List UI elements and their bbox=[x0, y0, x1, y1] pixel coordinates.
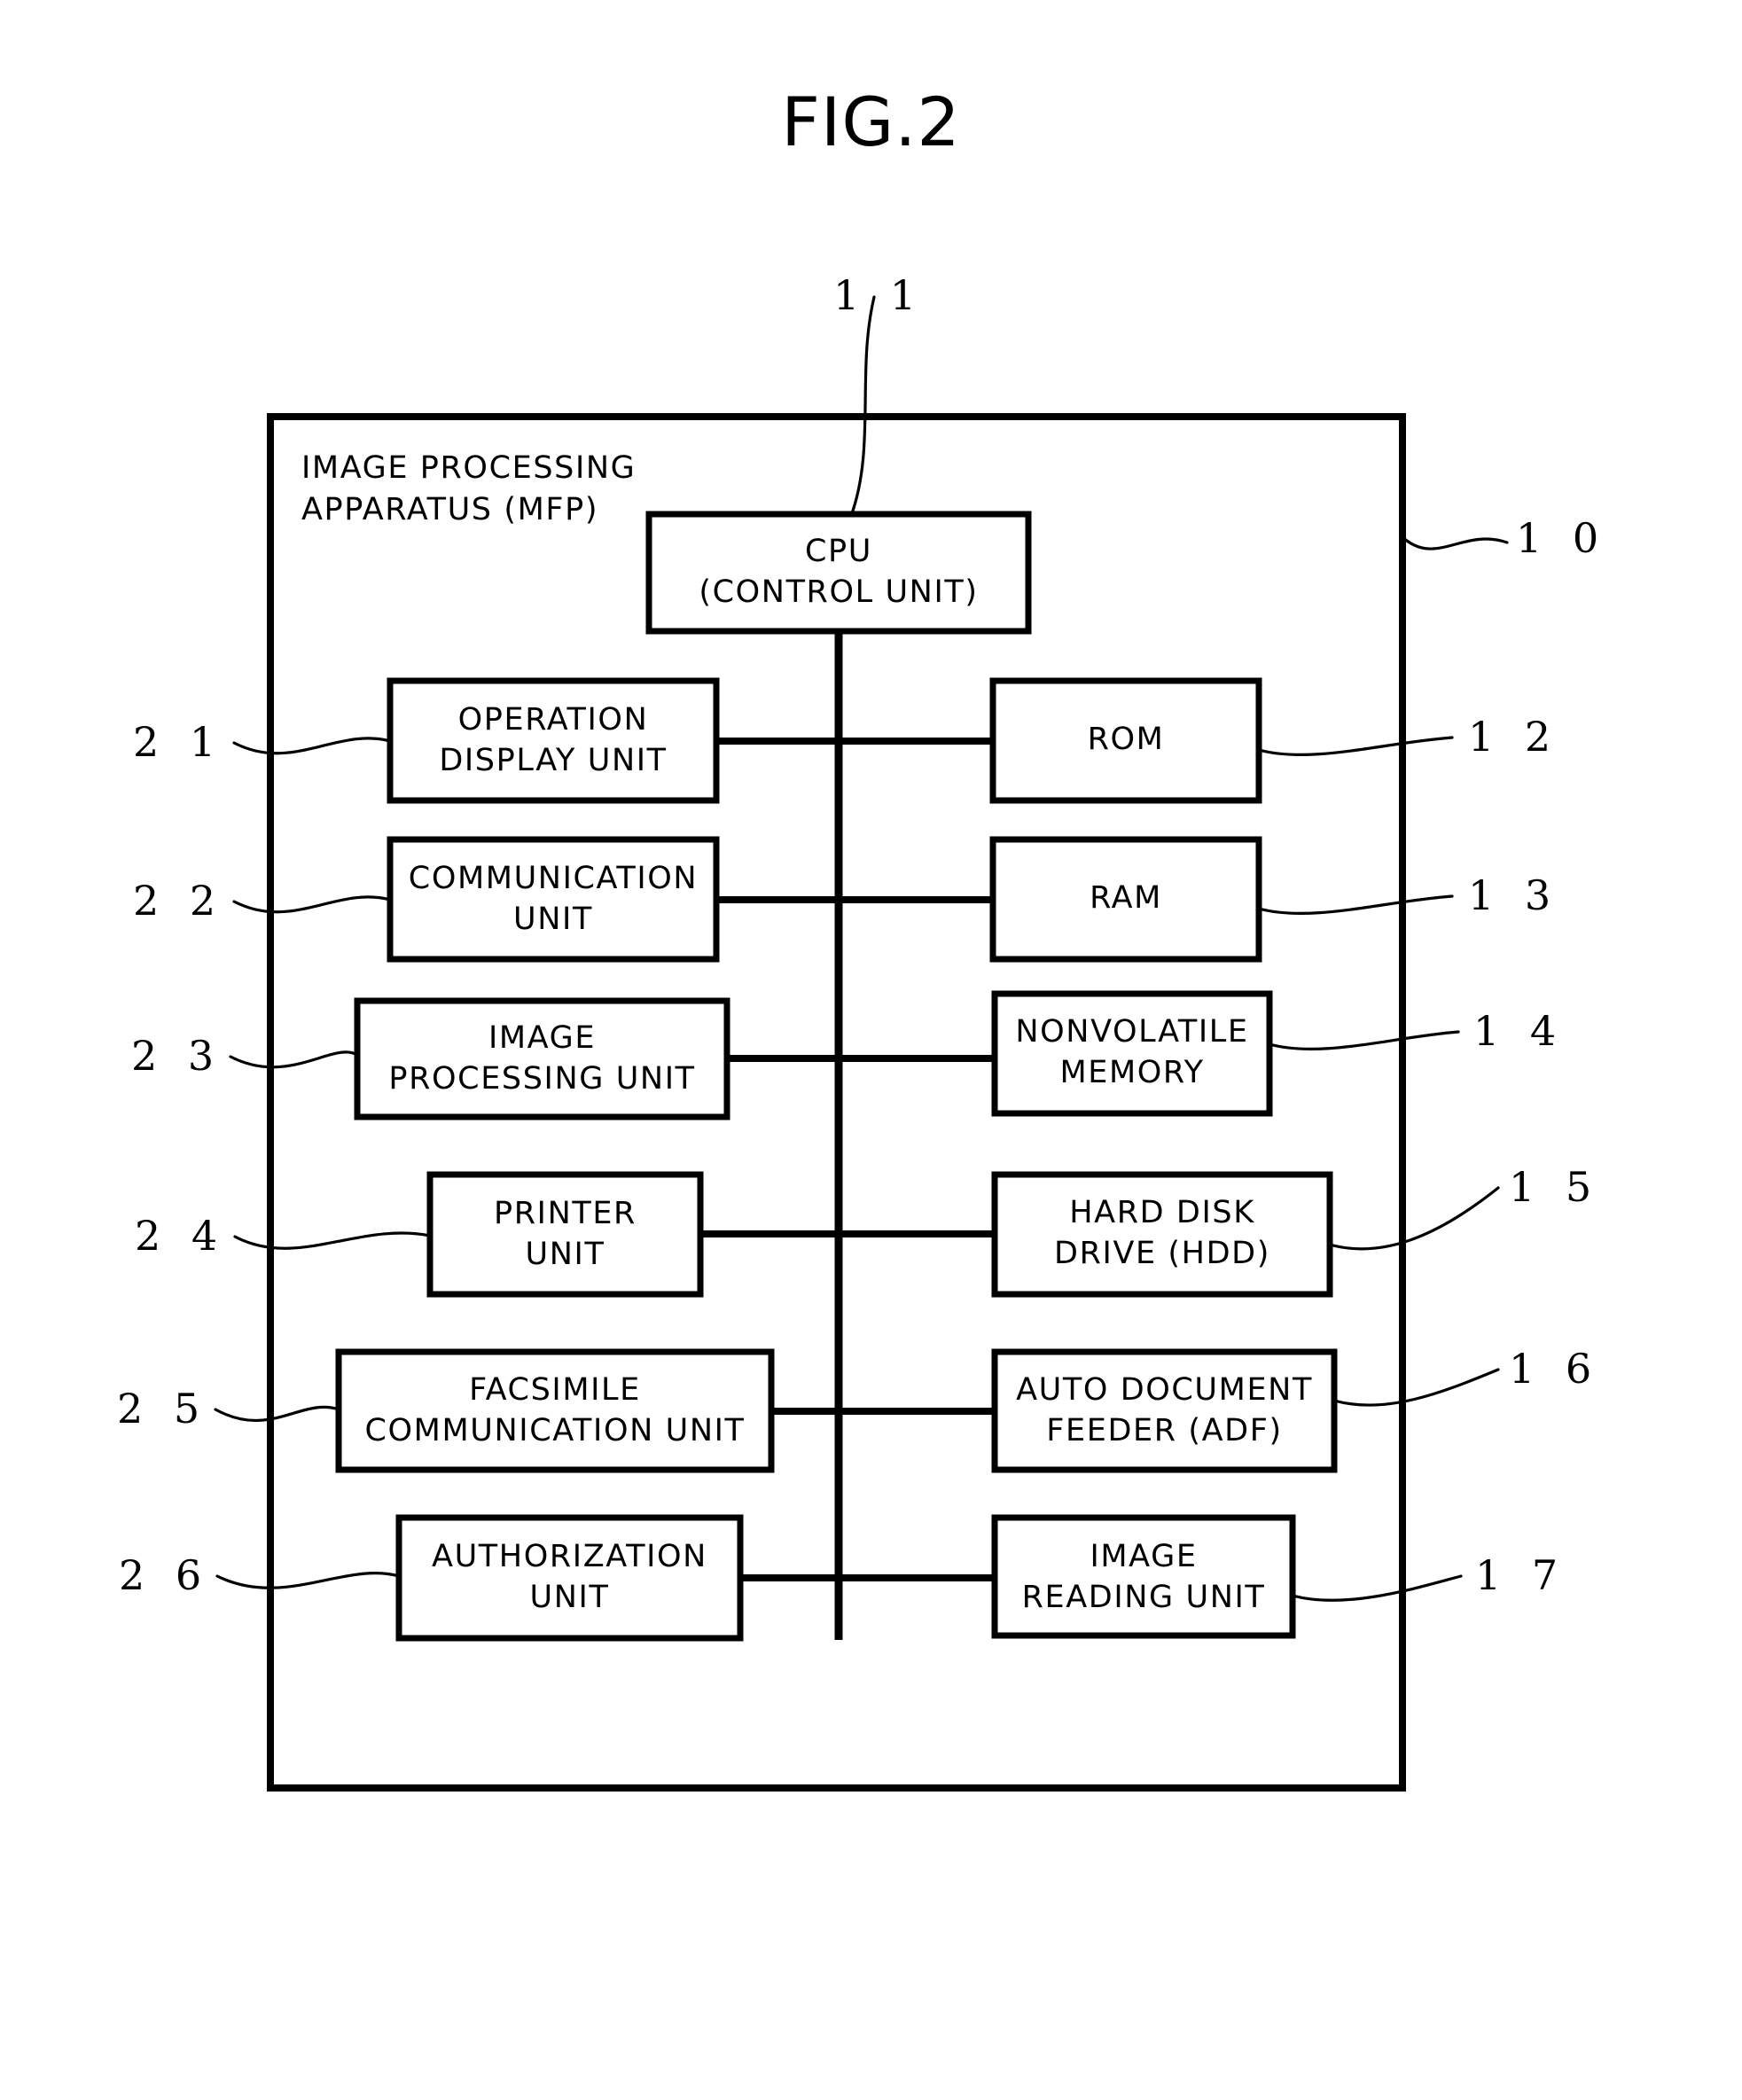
leader-ref-12 bbox=[1257, 736, 1454, 756]
block-cpu[interactable] bbox=[645, 511, 1032, 635]
ref-numeral-image-reading-unit: 1 7 bbox=[1475, 1551, 1567, 1599]
block-hard-disk-drive[interactable] bbox=[991, 1171, 1333, 1298]
block-image-processing-unit[interactable] bbox=[354, 997, 730, 1120]
block-authorization-unit[interactable] bbox=[395, 1514, 744, 1642]
ref-numeral-operation-display-unit: 2 1 bbox=[133, 718, 225, 766]
block-facsimile-communication-unit[interactable] bbox=[335, 1348, 775, 1473]
leader-ref-17 bbox=[1291, 1574, 1463, 1602]
ref-numeral-cpu: 1 1 bbox=[833, 271, 926, 319]
leader-ref-23 bbox=[229, 1050, 359, 1069]
block-communication-unit[interactable] bbox=[387, 836, 720, 963]
ref-numeral-auto-document-feeder: 1 6 bbox=[1509, 1345, 1601, 1393]
ref-numeral-printer-unit: 2 4 bbox=[135, 1212, 227, 1260]
leader-ref-16 bbox=[1332, 1368, 1500, 1407]
leader-ref-26 bbox=[215, 1572, 401, 1589]
leader-ref-22 bbox=[232, 895, 392, 914]
ref-numeral-ram: 1 3 bbox=[1468, 871, 1560, 919]
ref-numeral-hard-disk-drive: 1 5 bbox=[1509, 1163, 1601, 1211]
ref-numeral-apparatus: 1 0 bbox=[1516, 514, 1608, 562]
ref-numeral-rom: 1 2 bbox=[1468, 713, 1560, 761]
block-nonvolatile-memory[interactable] bbox=[991, 990, 1273, 1117]
leader-ref-14 bbox=[1268, 1030, 1460, 1050]
ref-numeral-nonvolatile-memory: 1 4 bbox=[1473, 1007, 1566, 1055]
leader-ref-15 bbox=[1328, 1186, 1500, 1251]
leader-ref-21 bbox=[232, 737, 392, 755]
ref-numeral-facsimile-communication-unit: 2 5 bbox=[117, 1385, 209, 1433]
apparatus-caption: IMAGE PROCESSING APPARATUS (MFP) bbox=[301, 450, 637, 527]
block-printer-unit[interactable] bbox=[426, 1171, 704, 1298]
leader-ref-13 bbox=[1257, 894, 1454, 915]
block-operation-display-unit[interactable] bbox=[387, 677, 720, 804]
block-ram[interactable] bbox=[989, 836, 1262, 963]
ref-numeral-authorization-unit: 2 6 bbox=[119, 1551, 211, 1599]
leader-ref-24 bbox=[233, 1231, 432, 1250]
block-image-reading-unit[interactable] bbox=[991, 1514, 1296, 1639]
ref-numeral-communication-unit: 2 2 bbox=[133, 877, 225, 925]
block-auto-document-feeder[interactable] bbox=[991, 1348, 1338, 1473]
ref-numeral-image-processing-unit: 2 3 bbox=[131, 1032, 223, 1080]
leader-apparatus bbox=[1401, 535, 1509, 550]
leader-cpu bbox=[849, 295, 876, 518]
leader-ref-25 bbox=[214, 1405, 340, 1423]
block-rom[interactable] bbox=[989, 677, 1262, 804]
figure-page: FIG.2 IMAGE PROCESSING APPARATUS (MFP) C… bbox=[0, 0, 1742, 2100]
